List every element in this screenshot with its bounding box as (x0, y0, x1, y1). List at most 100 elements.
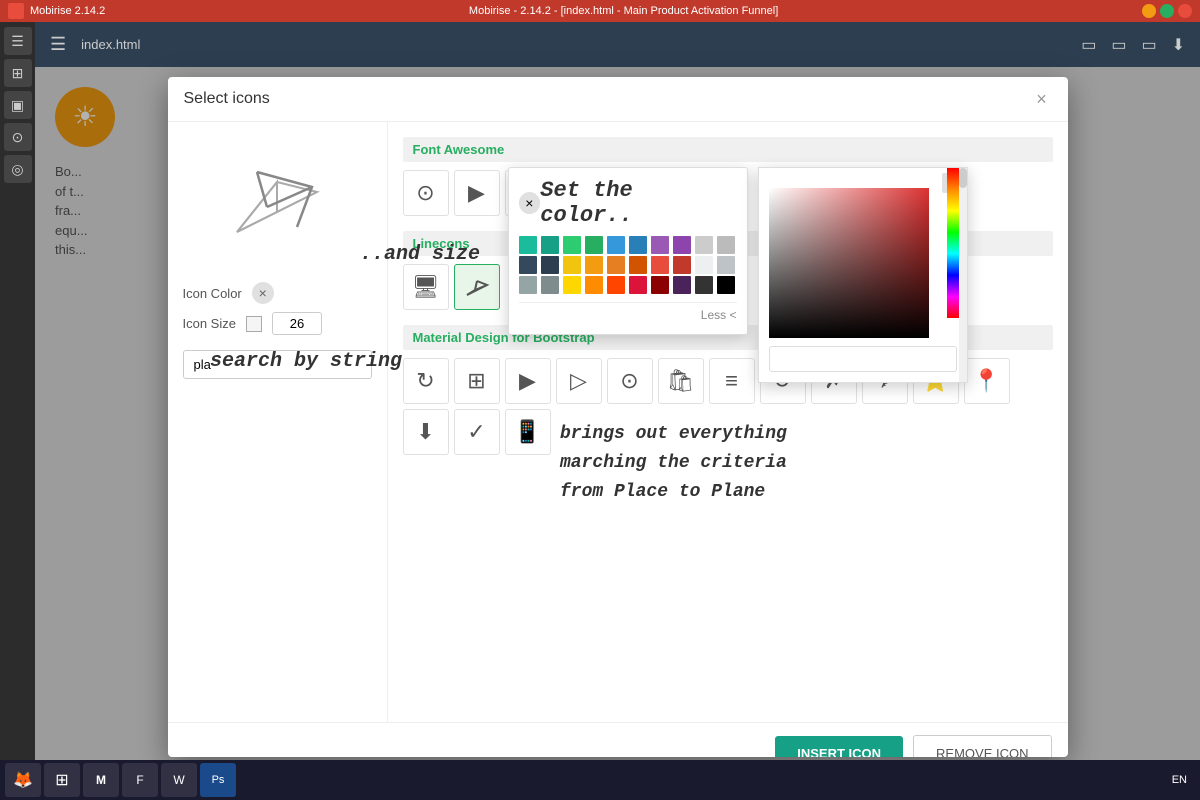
header-icon-download[interactable]: ⬇ (1172, 35, 1185, 55)
icon-item[interactable]: 📱 (505, 409, 551, 455)
icon-item[interactable]: ⊞ (454, 358, 500, 404)
color-swatch[interactable] (519, 256, 537, 274)
titlebar: Mobirise 2.14.2 Mobirise - 2.14.2 - [ind… (0, 0, 1200, 22)
advanced-color-picker: × (758, 167, 968, 383)
color-swatch[interactable] (651, 256, 669, 274)
sidebar-icon-1[interactable]: ☰ (4, 27, 32, 55)
taskbar-item-m[interactable]: M (83, 763, 119, 797)
sidebar-icon-4[interactable]: ⊙ (4, 123, 32, 151)
icon-item[interactable]: ✓ (454, 409, 500, 455)
icon-item[interactable]: ⊙ (403, 170, 449, 216)
close-button[interactable] (1178, 4, 1192, 18)
taskbar-item-w[interactable]: W (161, 763, 197, 797)
icon-item[interactable]: ⊙ (607, 358, 653, 404)
color-swatch[interactable] (563, 236, 581, 254)
taskbar-item-firefox[interactable]: 🦊 (5, 763, 41, 797)
color-swatch[interactable] (541, 256, 559, 274)
file-name: index.html (81, 37, 140, 52)
less-button[interactable]: Less < (519, 302, 737, 324)
color-swatch[interactable] (607, 256, 625, 274)
app-icon (8, 3, 24, 19)
color-swatch[interactable] (717, 276, 735, 294)
taskbar: 🦊 ⊞ M F W Ps EN (0, 760, 1200, 800)
taskbar-right: EN (1172, 774, 1195, 786)
color-swatch[interactable] (651, 276, 669, 294)
minimize-button[interactable] (1142, 4, 1156, 18)
color-swatch[interactable] (717, 236, 735, 254)
color-swatch[interactable] (541, 276, 559, 294)
app-name: Mobirise 2.14.2 (30, 5, 105, 17)
window-controls (1142, 4, 1192, 18)
icon-item[interactable]: 🖥 (403, 264, 449, 310)
icon-item[interactable]: ▶ (454, 170, 500, 216)
color-swatch[interactable] (673, 236, 691, 254)
picker-scrollbar-thumb[interactable] (959, 168, 967, 188)
select-icons-modal: Select icons × (168, 77, 1068, 757)
icon-item[interactable]: ▶ (505, 358, 551, 404)
color-hex-input[interactable] (769, 346, 957, 372)
color-swatch[interactable] (541, 236, 559, 254)
app-header: ☰ index.html ▭ ▭ ▭ ⬇ (35, 22, 1200, 67)
section-header-font-awesome: Font Awesome (403, 137, 1053, 162)
icon-size-label: Icon Size (183, 316, 236, 331)
color-swatch[interactable] (629, 276, 647, 294)
icon-item[interactable]: 🛍 (658, 358, 704, 404)
color-swatch[interactable] (585, 236, 603, 254)
taskbar-item-ps[interactable]: Ps (200, 763, 236, 797)
color-swatch[interactable] (519, 276, 537, 294)
window-title: Mobirise - 2.14.2 - [index.html - Main P… (105, 5, 1142, 17)
annotation-search-by-string: search by string (210, 350, 402, 373)
sidebar-icon-3[interactable]: ▣ (4, 91, 32, 119)
taskbar-item-windows[interactable]: ⊞ (44, 763, 80, 797)
icon-item[interactable]: ≡ (709, 358, 755, 404)
color-swatch[interactable] (563, 256, 581, 274)
color-swatch[interactable] (585, 276, 603, 294)
icon-item[interactable]: 📍 (964, 358, 1010, 404)
color-swatch[interactable] (673, 276, 691, 294)
color-popup-close-button[interactable]: × (519, 192, 541, 214)
icon-item-selected[interactable] (454, 264, 500, 310)
icon-color-label: Icon Color (183, 286, 242, 301)
annotation-and-size: ..and size (360, 243, 480, 266)
modal-overlay: Select icons × (35, 67, 1200, 760)
color-swatch[interactable] (607, 236, 625, 254)
icon-preview (183, 137, 372, 267)
color-swatch[interactable] (651, 236, 669, 254)
remove-icon-button[interactable]: REMOVE ICON (913, 735, 1051, 757)
color-swatch[interactable] (607, 276, 625, 294)
header-icons: ▭ ▭ ▭ ⬇ (1081, 35, 1185, 55)
maximize-button[interactable] (1160, 4, 1174, 18)
picker-scrollbar[interactable] (959, 168, 967, 382)
color-gradient-picker[interactable] (769, 188, 929, 338)
color-swatch[interactable] (673, 256, 691, 274)
size-icon (246, 316, 262, 332)
color-popup-title: Set the color.. (540, 178, 736, 228)
icon-size-input[interactable] (272, 312, 322, 335)
insert-icon-button[interactable]: INSERT ICON (775, 736, 903, 757)
header-icon-3[interactable]: ▭ (1141, 35, 1156, 55)
header-icon-1[interactable]: ▭ (1081, 35, 1096, 55)
color-popup-header: × Set the color.. (519, 178, 737, 228)
color-swatch[interactable] (717, 256, 735, 274)
color-swatch[interactable] (695, 256, 713, 274)
color-swatch[interactable] (695, 276, 713, 294)
taskbar-item-f[interactable]: F (122, 763, 158, 797)
color-swatch[interactable] (519, 236, 537, 254)
modal-close-button[interactable]: × (1032, 89, 1052, 109)
hamburger-icon[interactable]: ☰ (50, 34, 66, 55)
color-swatch[interactable] (563, 276, 581, 294)
header-icon-2[interactable]: ▭ (1111, 35, 1126, 55)
color-swatch[interactable] (629, 236, 647, 254)
color-swatch[interactable] (585, 256, 603, 274)
icon-item[interactable]: ▷ (556, 358, 602, 404)
modal-footer: INSERT ICON REMOVE ICON (168, 722, 1068, 757)
icon-item[interactable]: ⬇ (403, 409, 449, 455)
icon-item[interactable]: ↻ (403, 358, 449, 404)
sidebar-icon-2[interactable]: ⊞ (4, 59, 32, 87)
paper-plane-small (463, 273, 491, 301)
color-picker-toggle[interactable]: × (252, 282, 274, 304)
color-swatch[interactable] (629, 256, 647, 274)
color-swatch[interactable] (695, 236, 713, 254)
modal-title: Select icons (184, 90, 270, 108)
sidebar-icon-5[interactable]: ◎ (4, 155, 32, 183)
